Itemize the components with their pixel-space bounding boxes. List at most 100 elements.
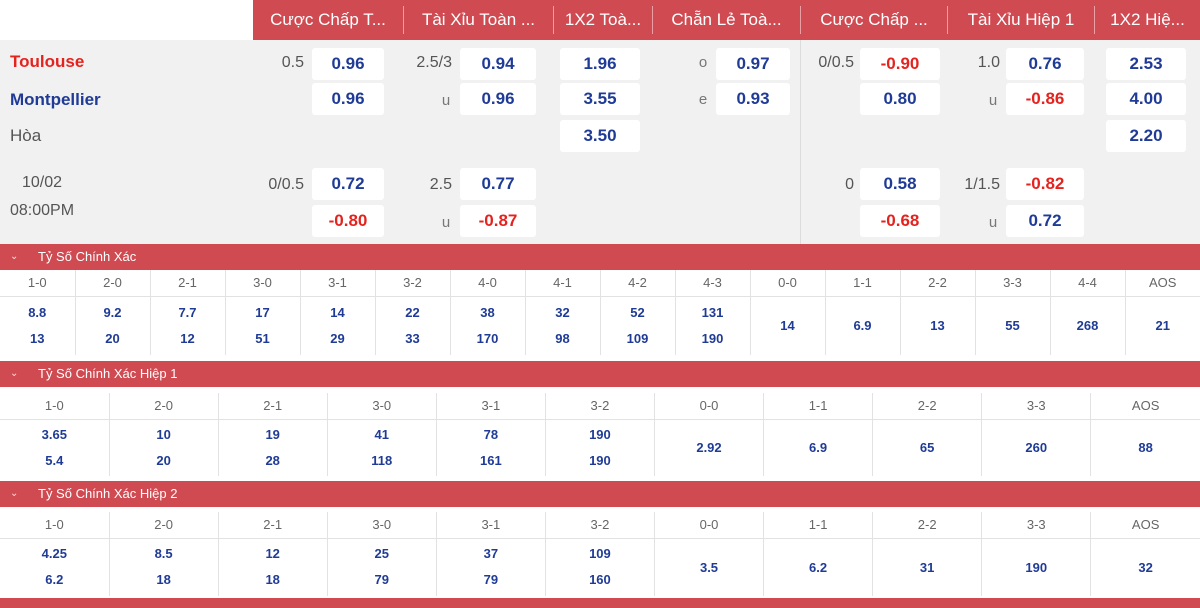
odds-value-away-win[interactable]: 28 bbox=[219, 448, 327, 474]
score-cell-draw[interactable]: 6.9 bbox=[824, 296, 900, 355]
score-cell-aos[interactable]: 32 bbox=[1090, 538, 1200, 596]
tab-over-under-h1[interactable]: Tài Xỉu Hiệp 1 bbox=[948, 0, 1094, 40]
odds-value-home-win[interactable]: 8.8 bbox=[0, 300, 75, 326]
odds-button-away[interactable]: 0.96 bbox=[312, 83, 384, 115]
odds-value-home-win[interactable]: 32 bbox=[526, 300, 600, 326]
score-cell-draw[interactable]: 2.92 bbox=[653, 419, 764, 476]
odds-value-home-win[interactable]: 12 bbox=[219, 541, 327, 567]
score-cell-draw[interactable]: 55 bbox=[974, 296, 1050, 355]
odds-button-away[interactable]: -0.80 bbox=[312, 205, 384, 237]
score-cell[interactable]: 25 79 bbox=[326, 538, 437, 596]
tab-1x2-h1[interactable]: 1X2 Hiệ... bbox=[1095, 0, 1200, 40]
odds-button-odd[interactable]: 0.97 bbox=[716, 48, 790, 80]
score-cell[interactable]: 17 51 bbox=[224, 296, 300, 355]
odds-button-over[interactable]: 0.77 bbox=[460, 168, 536, 200]
odds-value-home-win[interactable]: 109 bbox=[546, 541, 654, 567]
odds-value-home-win[interactable]: 3.65 bbox=[0, 422, 109, 448]
odds-button-under[interactable]: -0.87 bbox=[460, 205, 536, 237]
odds-button-1x2-home[interactable]: 1.96 bbox=[560, 48, 640, 80]
odds-button-1x2-draw[interactable]: 3.50 bbox=[560, 120, 640, 152]
score-cell[interactable]: 32 98 bbox=[524, 296, 600, 355]
odds-value-away-win[interactable]: 79 bbox=[437, 567, 545, 593]
odds-button-over[interactable]: 0.76 bbox=[1006, 48, 1084, 80]
score-cell[interactable]: 4.25 6.2 bbox=[0, 538, 110, 596]
odds-button-under[interactable]: 0.96 bbox=[460, 83, 536, 115]
odds-value-home-win[interactable]: 78 bbox=[437, 422, 545, 448]
score-cell-draw[interactable]: 6.2 bbox=[763, 538, 873, 596]
score-cell[interactable]: 8.5 18 bbox=[108, 538, 219, 596]
odds-value-away-win[interactable]: 13 bbox=[0, 326, 75, 352]
odds-value-away-win[interactable]: 18 bbox=[219, 567, 327, 593]
odds-button-home[interactable]: 0.72 bbox=[312, 168, 384, 200]
odds-value-home-win[interactable]: 131 bbox=[676, 300, 750, 326]
score-cell-draw[interactable]: 31 bbox=[872, 538, 982, 596]
odds-button-under[interactable]: 0.72 bbox=[1006, 205, 1084, 237]
odds-button-1x2-draw[interactable]: 2.20 bbox=[1106, 120, 1186, 152]
score-cell-aos[interactable]: 88 bbox=[1090, 419, 1200, 476]
odds-value-away-win[interactable]: 109 bbox=[601, 326, 675, 352]
chevron-down-icon[interactable]: ⌄ bbox=[10, 361, 18, 387]
score-cell[interactable]: 8.8 13 bbox=[0, 296, 75, 355]
score-cell[interactable]: 14 29 bbox=[299, 296, 375, 355]
section-correct-score-ft[interactable]: ⌄ Tỷ Số Chính Xác bbox=[0, 244, 1200, 270]
odds-value-home-win[interactable]: 8.5 bbox=[110, 541, 218, 567]
odds-value-away-win[interactable]: 160 bbox=[546, 567, 654, 593]
score-cell[interactable]: 41 118 bbox=[326, 419, 437, 476]
odds-button-away[interactable]: 0.80 bbox=[860, 83, 940, 115]
score-cell-draw[interactable]: 14 bbox=[749, 296, 825, 355]
score-cell-draw[interactable]: 13 bbox=[899, 296, 975, 355]
score-cell[interactable]: 78 161 bbox=[435, 419, 546, 476]
odds-value-away-win[interactable]: 190 bbox=[676, 326, 750, 352]
odds-value-home-win[interactable]: 7.7 bbox=[151, 300, 225, 326]
odds-value-home-win[interactable]: 38 bbox=[451, 300, 525, 326]
odds-value-away-win[interactable]: 5.4 bbox=[0, 448, 109, 474]
score-cell[interactable]: 109 160 bbox=[544, 538, 655, 596]
odds-value-away-win[interactable]: 190 bbox=[546, 448, 654, 474]
score-cell[interactable]: 37 79 bbox=[435, 538, 546, 596]
odds-value-home-win[interactable]: 9.2 bbox=[76, 300, 150, 326]
score-cell[interactable]: 22 33 bbox=[374, 296, 450, 355]
section-bar-collapsed[interactable] bbox=[0, 598, 1200, 608]
odds-value-home-win[interactable]: 52 bbox=[601, 300, 675, 326]
odds-button-away[interactable]: -0.68 bbox=[860, 205, 940, 237]
score-cell-draw[interactable]: 260 bbox=[981, 419, 1091, 476]
score-cell[interactable]: 7.7 12 bbox=[149, 296, 225, 355]
tab-handicap-h1[interactable]: Cược Chấp ... bbox=[801, 0, 947, 40]
chevron-down-icon[interactable]: ⌄ bbox=[10, 481, 18, 507]
score-cell-draw[interactable]: 190 bbox=[981, 538, 1091, 596]
odds-value-away-win[interactable]: 29 bbox=[301, 326, 375, 352]
tab-handicap-ft[interactable]: Cược Chấp T... bbox=[253, 0, 403, 40]
odds-value-home-win[interactable]: 37 bbox=[437, 541, 545, 567]
odds-value-away-win[interactable]: 170 bbox=[451, 326, 525, 352]
odds-value-home-win[interactable]: 14 bbox=[301, 300, 375, 326]
odds-button-over[interactable]: -0.82 bbox=[1006, 168, 1084, 200]
score-cell[interactable]: 10 20 bbox=[108, 419, 219, 476]
score-cell[interactable]: 12 18 bbox=[217, 538, 328, 596]
odds-value-away-win[interactable]: 51 bbox=[226, 326, 300, 352]
odds-button-home[interactable]: 0.58 bbox=[860, 168, 940, 200]
odds-value-away-win[interactable]: 33 bbox=[376, 326, 450, 352]
odds-value-home-win[interactable]: 22 bbox=[376, 300, 450, 326]
section-correct-score-h2[interactable]: ⌄ Tỷ Số Chính Xác Hiệp 2 bbox=[0, 481, 1200, 507]
odds-button-home[interactable]: 0.96 bbox=[312, 48, 384, 80]
odds-button-1x2-away[interactable]: 4.00 bbox=[1106, 83, 1186, 115]
score-cell-draw[interactable]: 6.9 bbox=[763, 419, 873, 476]
odds-button-even[interactable]: 0.93 bbox=[716, 83, 790, 115]
odds-value-home-win[interactable]: 25 bbox=[328, 541, 436, 567]
odds-button-home[interactable]: -0.90 bbox=[860, 48, 940, 80]
odds-button-under[interactable]: -0.86 bbox=[1006, 83, 1084, 115]
odds-button-1x2-home[interactable]: 2.53 bbox=[1106, 48, 1186, 80]
tab-over-under-ft[interactable]: Tài Xỉu Toàn ... bbox=[404, 0, 553, 40]
tab-odd-even-ft[interactable]: Chẵn Lẻ Toà... bbox=[653, 0, 800, 40]
score-cell[interactable]: 9.2 20 bbox=[74, 296, 150, 355]
odds-value-home-win[interactable]: 190 bbox=[546, 422, 654, 448]
score-cell[interactable]: 131 190 bbox=[674, 296, 750, 355]
odds-value-away-win[interactable]: 98 bbox=[526, 326, 600, 352]
tab-1x2-ft[interactable]: 1X2 Toà... bbox=[554, 0, 652, 40]
score-cell[interactable]: 19 28 bbox=[217, 419, 328, 476]
odds-value-away-win[interactable]: 6.2 bbox=[0, 567, 109, 593]
section-correct-score-h1[interactable]: ⌄ Tỷ Số Chính Xác Hiệp 1 bbox=[0, 361, 1200, 387]
odds-value-away-win[interactable]: 18 bbox=[110, 567, 218, 593]
odds-button-1x2-away[interactable]: 3.55 bbox=[560, 83, 640, 115]
odds-value-home-win[interactable]: 10 bbox=[110, 422, 218, 448]
